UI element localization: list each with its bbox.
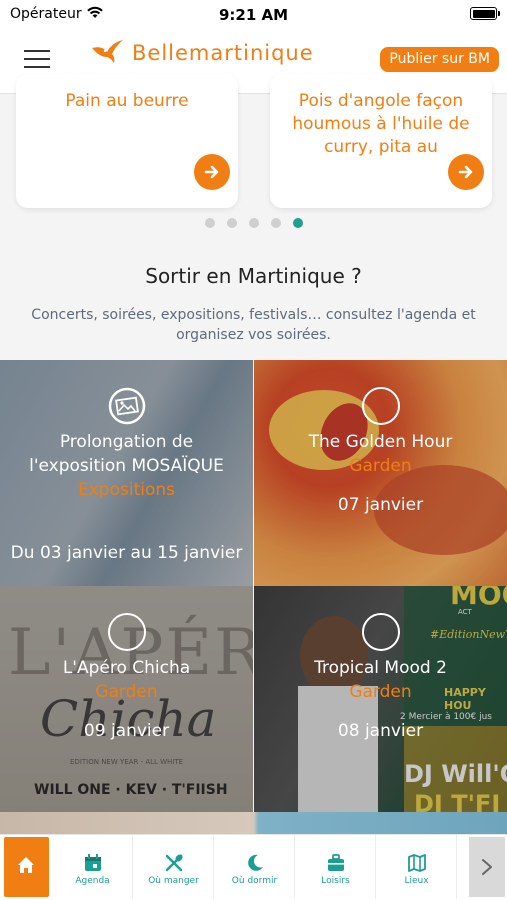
event-category: Garden [349,682,412,702]
event-tile[interactable]: L'APÉRO Chicha EDITION NEW YEAR - ALL WH… [0,586,253,812]
suitcase-icon [328,854,344,871]
event-date: Du 03 janvier au 15 janvier [10,543,243,563]
status-bar: Opérateur 9:21 AM [0,0,507,30]
event-date: 09 janvier [83,721,170,741]
home-icon [18,857,34,873]
publish-button[interactable]: Publier sur BM [380,47,499,72]
carousel-pagination [0,218,507,228]
tab-label: Où dormir [231,876,278,886]
recipe-title: Pain au beurre [65,91,189,111]
recipe-open-button[interactable] [194,154,230,190]
event-title: Tropical Mood 2 Garden [314,658,447,702]
section-title: Sortir en Martinique ? [145,264,362,288]
carousel-dot[interactable] [226,218,237,228]
arrow-right-icon [204,165,219,179]
app-screen: Opérateur 9:21 AM Bellemartinique Publie… [0,0,507,900]
event-category: Garden [95,682,158,702]
tab-label: Agenda [75,876,110,886]
tab-agenda[interactable]: Agenda [53,835,133,899]
arrow-right-icon [458,165,473,179]
tab-ou-manger[interactable]: Où manger [134,835,214,899]
moon-icon [248,854,263,871]
event-grid: Prolongation de l'exposition MOSAÏQUE Ex… [0,360,507,836]
recipe-card[interactable]: Pain au beurre [16,74,238,208]
hamburger-menu-icon[interactable] [24,50,50,70]
event-tile[interactable]: MOOD ACT #EditionNewYe HAPPY HOU 2 Merci… [254,586,507,812]
event-tile[interactable]: Prolongation de l'exposition MOSAÏQUE Ex… [0,360,253,586]
map-icon [408,854,426,872]
circle-icon [108,613,146,651]
carousel-dot[interactable] [204,218,215,228]
tab-ou-dormir[interactable]: Où dormir [215,835,295,899]
event-title: The Golden Hour Garden [308,432,453,476]
event-date: 08 janvier [337,721,424,741]
hummingbird-logo-icon [92,40,123,63]
utensils-icon [165,854,183,872]
event-date: 07 janvier [337,495,424,515]
brand-name: Bellemartinique [132,41,314,65]
event-title: L'Apéro Chicha Garden [62,658,191,702]
circle-icon [362,387,400,425]
recipe-open-button[interactable] [448,154,484,190]
battery-icon [470,7,500,20]
event-category: Garden [349,456,412,476]
bottom-tab-bar: Agenda Où manger Où dormir Loisirs Lieux [0,834,507,900]
recipe-card[interactable]: Pois d'angole façon houmous à l'huile de… [270,74,492,208]
carousel-dot[interactable] [270,218,281,228]
carousel-dot-active[interactable] [292,218,303,228]
carousel-dot[interactable] [248,218,259,228]
chevron-right-icon [482,859,492,875]
recipe-title: Pois d'angole façon houmous à l'huile de… [292,91,470,157]
brand-logo[interactable]: Bellemartinique [90,37,314,69]
event-tile[interactable]: The Golden Hour Garden 07 janvier [254,360,507,586]
tab-home[interactable] [4,837,49,897]
tab-loisirs[interactable]: Loisirs [296,835,376,899]
tab-label: Où manger [148,876,199,886]
gallery-icon [108,387,146,425]
next-row-preview [0,812,507,836]
tab-label: Loisirs [321,876,350,886]
section-description: Concerts, soirées, expositions, festival… [31,307,476,343]
calendar-icon [85,854,101,871]
circle-icon [362,613,400,651]
clock: 9:21 AM [218,6,289,24]
tab-label: Lieux [404,876,429,886]
tab-scroll-next-button[interactable] [469,837,505,897]
event-category: Expositions [78,480,175,500]
event-title: Prolongation de l'exposition MOSAÏQUE Ex… [29,432,224,500]
tab-lieux[interactable]: Lieux [377,835,457,899]
recipe-carousel[interactable]: Pain au beurre Pois d'angole façon houmo… [0,74,507,234]
